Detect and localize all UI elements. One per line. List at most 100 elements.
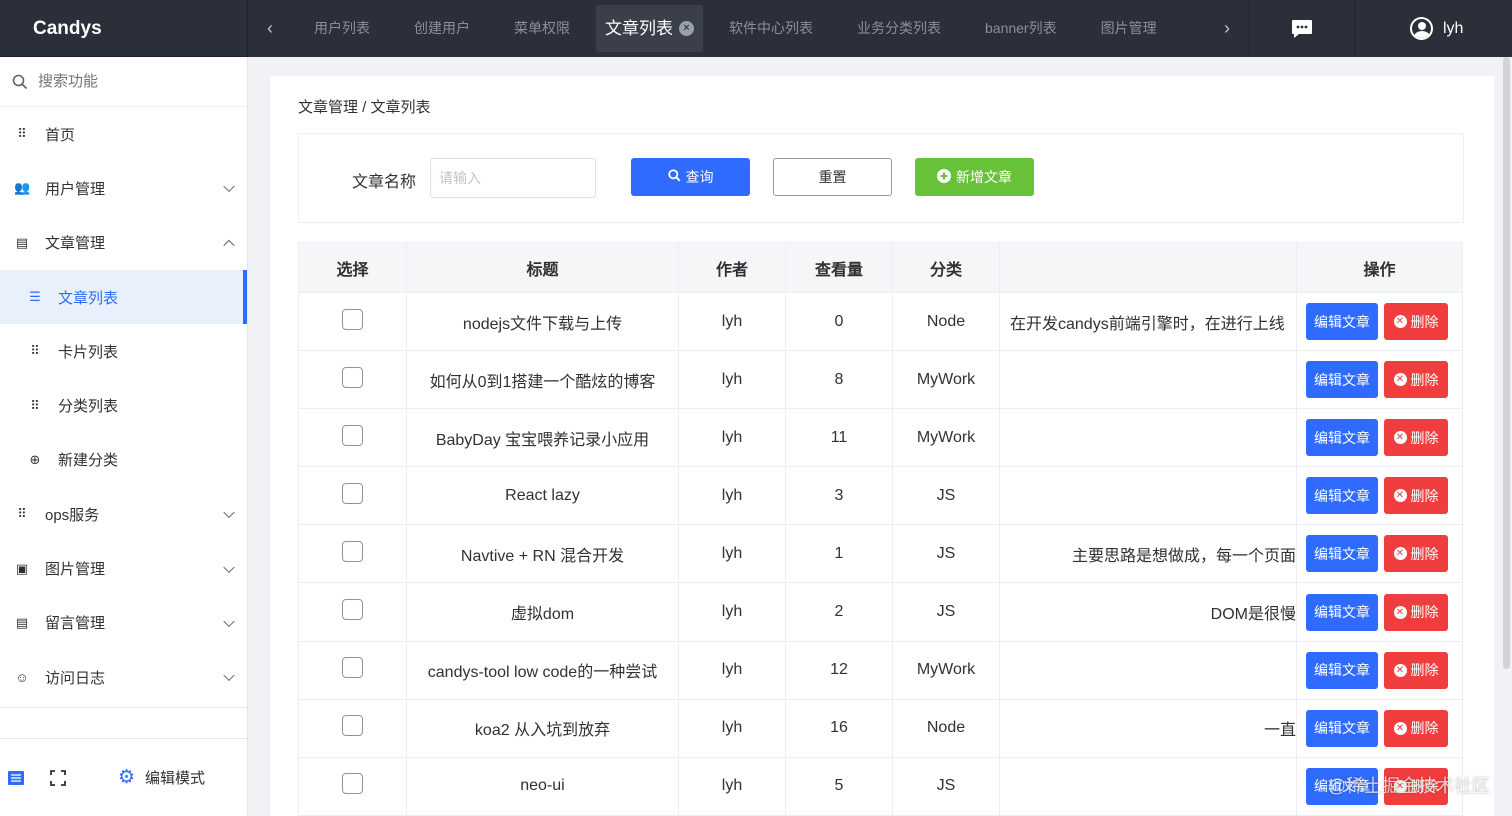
category-cell: JS	[892, 466, 1000, 526]
user-menu[interactable]: lyh	[1355, 0, 1512, 57]
sidebar-item-label: 首页	[45, 126, 76, 144]
delete-button[interactable]: ✕ 删除	[1384, 419, 1448, 457]
author-cell: lyh	[678, 350, 786, 410]
edit-article-button[interactable]: 编辑文章	[1306, 535, 1378, 573]
delete-label: 删除	[1410, 313, 1439, 330]
delete-button[interactable]: ✕ 删除	[1384, 303, 1448, 341]
tab-7[interactable]: 图片管理	[1079, 5, 1179, 52]
sidebar-item-0[interactable]: ⠿ 首页	[0, 107, 247, 161]
table-row: nodejs文件下载与上传 lyh 0 Node 在开发candys前端引擎时，在进行上…	[298, 291, 1463, 352]
col-header-actions: 操作	[1296, 242, 1463, 293]
actions-cell: 编辑文章 ✕ 删除	[1296, 524, 1463, 584]
tab-4[interactable]: 软件中心列表	[707, 5, 835, 52]
select-cell	[298, 466, 407, 526]
list-view-icon[interactable]	[8, 770, 24, 786]
row-actions: 编辑文章 ✕ 删除	[1298, 477, 1462, 515]
edit-mode-label: 编辑模式	[145, 770, 206, 787]
author-cell: lyh	[678, 466, 786, 526]
sidebar-item-8[interactable]: ▣ 图片管理	[0, 541, 247, 595]
sidebar-item-4[interactable]: ⠿ 卡片列表	[0, 324, 247, 378]
delete-button[interactable]: ✕ 删除	[1384, 361, 1448, 399]
tab-close-icon[interactable]: ×	[679, 21, 694, 36]
query-button[interactable]: 查询	[631, 158, 750, 196]
delete-button[interactable]: ✕ 删除	[1384, 477, 1448, 515]
fullscreen-icon[interactable]	[50, 769, 66, 786]
edit-article-button[interactable]: 编辑文章	[1306, 361, 1378, 399]
table-row: BabyDay 宝宝喂养记录小应用 lyh 11 MyWork 编辑文章 ✕ 删除	[298, 408, 1463, 468]
edit-article-label: 编辑文章	[1314, 662, 1370, 679]
sidebar-item-10[interactable]: ☺ 访问日志	[0, 650, 247, 704]
category-cell: JS	[892, 756, 1000, 816]
actions-cell: 编辑文章 ✕ 删除	[1296, 291, 1463, 352]
tab-1[interactable]: 创建用户	[392, 5, 492, 52]
edit-article-button[interactable]: 编辑文章	[1306, 419, 1378, 457]
delete-button[interactable]: ✕ 删除	[1384, 709, 1448, 747]
sidebar-item-1[interactable]: 👥 用户管理	[0, 161, 247, 215]
edit-article-button[interactable]: 编辑文章	[1306, 477, 1378, 515]
delete-button[interactable]: ✕ 删除	[1384, 535, 1448, 573]
tab-3[interactable]: 文章列表 ×	[596, 5, 703, 52]
title-cell: koa2 从入坑到放弃	[406, 698, 679, 758]
delete-label: 删除	[1410, 604, 1439, 621]
sidebar-search-input[interactable]	[38, 73, 218, 90]
sidebar-item-3[interactable]: ☰ 文章列表	[0, 269, 247, 325]
tab-6[interactable]: banner列表	[963, 5, 1079, 52]
tab-2[interactable]: 菜单权限	[492, 5, 592, 52]
add-article-button[interactable]: 新增文章	[915, 158, 1034, 196]
plus-circle-icon	[937, 168, 951, 186]
views-cell: 2	[785, 582, 893, 642]
content-cell	[999, 466, 1297, 526]
chevron-up-icon	[223, 239, 235, 251]
delete-button[interactable]: ✕ 删除	[1384, 593, 1448, 631]
tab-label: 菜单权限	[514, 20, 570, 36]
tab-5[interactable]: 业务分类列表	[835, 5, 963, 52]
views-cell: 16	[785, 698, 893, 758]
table-row: 如何从0到1搭建一个酷炫的博客 lyh 8 MyWork 编辑文章 ✕ 删除	[298, 350, 1463, 410]
row-checkbox[interactable]	[342, 599, 363, 621]
table-body: nodejs文件下载与上传 lyh 0 Node 在开发candys前端引擎时，在进行上…	[298, 291, 1463, 816]
row-checkbox[interactable]	[342, 424, 363, 446]
message-button[interactable]	[1249, 0, 1355, 57]
row-checkbox[interactable]	[342, 366, 363, 388]
delete-label: 删除	[1410, 720, 1439, 737]
row-checkbox[interactable]	[342, 715, 363, 737]
reset-button[interactable]: 重置	[773, 158, 892, 196]
sidebar-item-2[interactable]: ▤ 文章管理	[0, 216, 247, 270]
select-cell	[298, 582, 407, 642]
actions-cell: 编辑文章 ✕ 删除	[1296, 408, 1463, 468]
row-checkbox[interactable]	[342, 308, 363, 330]
edit-mode-button[interactable]: ⚙ 编辑模式	[118, 766, 205, 789]
row-checkbox[interactable]	[342, 657, 363, 679]
grid-icon: ⠿	[17, 506, 27, 522]
views-cell: 11	[785, 408, 893, 468]
tab-label: 用户列表	[314, 20, 370, 36]
article-name-input[interactable]	[430, 158, 596, 198]
edit-article-label: 编辑文章	[1314, 720, 1370, 737]
edit-article-button[interactable]: 编辑文章	[1306, 651, 1378, 689]
author-cell: lyh	[678, 756, 786, 816]
edit-article-button[interactable]: 编辑文章	[1306, 709, 1378, 747]
row-checkbox[interactable]	[342, 540, 363, 562]
sidebar-item-6[interactable]: ⊕ 新建分类	[0, 433, 247, 487]
col-header-title: 标题	[406, 242, 679, 293]
watermark: @稀土掘金技术社区	[1327, 776, 1490, 796]
row-checkbox[interactable]	[342, 482, 363, 504]
views-cell: 12	[785, 640, 893, 700]
page-scrollbar[interactable]	[1503, 57, 1510, 669]
delete-button[interactable]: ✕ 删除	[1384, 651, 1448, 689]
chevron-down-icon	[223, 561, 235, 573]
edit-article-button[interactable]: 编辑文章	[1306, 303, 1378, 341]
tab-prev-icon[interactable]: ‹	[248, 18, 292, 39]
row-actions: 编辑文章 ✕ 删除	[1298, 419, 1462, 457]
image-icon: ▣	[15, 560, 29, 576]
row-checkbox[interactable]	[342, 773, 363, 795]
close-circle-icon: ✕	[1393, 663, 1407, 677]
tab-next-icon[interactable]: ›	[1205, 18, 1249, 39]
sidebar-item-5[interactable]: ⠿ 分类列表	[0, 378, 247, 432]
edit-article-button[interactable]: 编辑文章	[1306, 593, 1378, 631]
title-cell: neo-ui	[406, 756, 679, 816]
category-cell: Node	[892, 698, 1000, 758]
sidebar-item-9[interactable]: ▤ 留言管理	[0, 596, 247, 650]
sidebar-item-7[interactable]: ⠿ ops服务	[0, 487, 247, 541]
tab-0[interactable]: 用户列表	[292, 5, 392, 52]
